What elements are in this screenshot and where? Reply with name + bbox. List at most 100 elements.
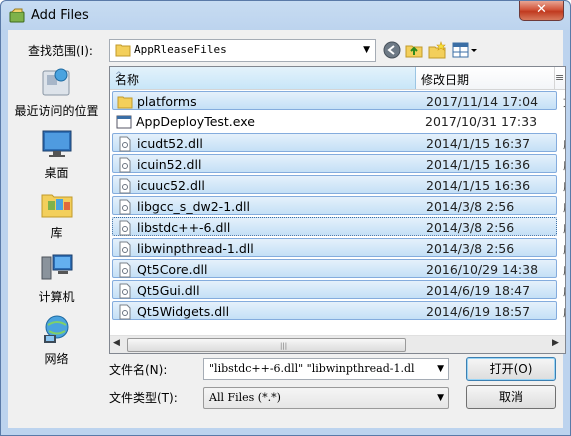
look-in-combo[interactable]: AppRleaseFiles ▼ <box>109 39 376 62</box>
list-item[interactable]: icuin52.dll 2014/1/15 16:36 应 <box>112 154 565 173</box>
list-header: ^ 名称 修改日期 ≡ <box>110 67 565 90</box>
file-modified: 2017/10/31 17:33 <box>425 114 538 129</box>
computer-icon <box>41 254 72 280</box>
look-in-label: 查找范围(I): <box>28 44 93 58</box>
grip-icon: ||| <box>280 342 288 350</box>
file-modified: 2017/11/14 17:04 <box>426 94 539 109</box>
filename-label: 文件名(N): <box>109 363 168 377</box>
file-type-truncated: 应 <box>563 241 565 257</box>
file-modified: 2014/3/8 2:56 <box>426 199 515 214</box>
close-button[interactable]: ✕ <box>519 1 564 21</box>
folder-icon <box>117 96 133 109</box>
column-header-modified[interactable]: 修改日期 <box>416 67 555 89</box>
place-label: 网络 <box>44 352 69 366</box>
list-item[interactable]: libgcc_s_dw2-1.dll 2014/3/8 2:56 应 <box>112 196 565 215</box>
list-item[interactable]: AppDeployTest.exe 2017/10/31 17:33 <box>112 112 557 131</box>
file-type-truncated: 应 <box>563 262 565 278</box>
filename-input[interactable]: "libstdc++-6.dll" "libwinpthread-1.dl ▼ <box>203 358 449 380</box>
libraries-icon <box>41 194 72 218</box>
place-libraries[interactable]: 库 <box>8 187 105 241</box>
dialog-client: 查找范围(I): AppRleaseFiles ▼ 最近访问的位置 桌面 库 计… <box>8 30 566 428</box>
filename-value: "libstdc++-6.dll" "libwinpthread-1.dl <box>209 362 415 375</box>
filetype-value: All Files (*.*) <box>209 391 281 404</box>
file-type-truncated: 应 <box>563 220 565 236</box>
scrollbar-thumb[interactable]: ||| <box>127 338 406 352</box>
place-label: 最近访问的位置 <box>14 104 99 118</box>
list-item[interactable]: platforms 2017/11/14 17:04 文 <box>112 91 565 110</box>
place-label: 库 <box>50 226 63 240</box>
file-modified: 2014/6/19 18:57 <box>426 304 531 319</box>
file-type-truncated: 应 <box>563 136 565 152</box>
file-modified: 2014/3/8 2:56 <box>426 241 515 256</box>
filetype-combo[interactable]: All Files (*.*) ▼ <box>203 387 449 409</box>
list-item[interactable]: icuuc52.dll 2014/1/15 16:36 应 <box>112 175 565 194</box>
place-label: 计算机 <box>38 290 75 304</box>
places-bar: 最近访问的位置 桌面 库 计算机 网络 <box>8 65 105 366</box>
file-name: icuuc52.dll <box>137 178 205 193</box>
file-type-truncated: 应 <box>563 178 565 194</box>
place-desktop[interactable]: 桌面 <box>8 127 105 181</box>
place-computer[interactable]: 计算机 <box>8 251 105 305</box>
file-type-truncated: 应 <box>563 199 565 215</box>
file-type-truncated: 应 <box>563 304 565 320</box>
list-item[interactable]: libwinpthread-1.dll 2014/3/8 2:56 应 <box>112 238 565 257</box>
file-name: icudt52.dll <box>137 136 203 151</box>
desktop-icon <box>42 130 71 157</box>
dll-file-icon <box>119 157 131 173</box>
file-modified: 2016/10/29 14:38 <box>426 262 539 277</box>
file-name: Qt5Gui.dll <box>137 283 200 298</box>
dll-file-icon <box>119 199 131 215</box>
place-network[interactable]: 网络 <box>8 313 105 367</box>
file-type-truncated: 应 <box>563 283 565 299</box>
back-icon[interactable] <box>383 41 401 59</box>
window-title: Add Files <box>31 8 89 23</box>
file-name: libgcc_s_dw2-1.dll <box>137 199 251 214</box>
column-header-more[interactable]: ≡ <box>555 71 564 84</box>
look-in-value: AppRleaseFiles <box>134 43 227 56</box>
dll-file-icon <box>119 262 131 278</box>
title-bar: Add Files ✕ <box>1 1 570 31</box>
up-folder-icon[interactable] <box>405 41 423 59</box>
folder-icon <box>115 44 131 57</box>
list-item[interactable]: Qt5Widgets.dll 2014/6/19 18:57 应 <box>112 301 565 320</box>
list-item[interactable]: Qt5Gui.dll 2014/6/19 18:47 应 <box>112 280 565 299</box>
file-name: Qt5Widgets.dll <box>137 304 230 319</box>
column-header-name[interactable]: ^ 名称 <box>110 67 416 89</box>
filetype-label: 文件类型(T): <box>109 391 178 405</box>
recent-places-icon <box>42 68 69 96</box>
file-modified: 2014/6/19 18:47 <box>426 283 531 298</box>
file-name: libwinpthread-1.dll <box>137 241 254 256</box>
cancel-button[interactable]: 取消 <box>466 385 556 409</box>
new-folder-icon[interactable] <box>428 41 446 59</box>
app-icon <box>9 8 25 23</box>
chevron-down-icon[interactable]: ▼ <box>437 364 444 374</box>
file-list[interactable]: ^ 名称 修改日期 ≡ platforms 2017/11/14 17:04 文 Ap… <box>109 66 566 354</box>
scroll-left-icon[interactable]: ◀ <box>113 338 120 348</box>
dll-file-icon <box>119 283 131 299</box>
add-files-dialog: Add Files ✕ 查找范围(I): AppRleaseFiles ▼ 最近… <box>0 0 571 436</box>
exe-file-icon <box>116 115 132 129</box>
dll-file-icon <box>119 241 131 257</box>
dll-file-icon <box>119 178 131 194</box>
dll-file-icon <box>119 136 131 152</box>
chevron-down-icon: ▼ <box>437 393 444 403</box>
file-modified: 2014/1/15 16:37 <box>426 136 531 151</box>
scroll-right-icon[interactable]: ▶ <box>552 338 559 348</box>
file-name: Qt5Core.dll <box>137 262 208 277</box>
list-item[interactable]: icudt52.dll 2014/1/15 16:37 应 <box>112 133 565 152</box>
file-type-truncated: 应 <box>563 157 565 173</box>
file-name: icuin52.dll <box>137 157 202 172</box>
file-modified: 2014/1/15 16:36 <box>426 157 531 172</box>
file-name: libstdc++-6.dll <box>137 220 231 235</box>
open-button[interactable]: 打开(O) <box>466 357 556 381</box>
chevron-down-icon: ▼ <box>363 45 370 55</box>
list-item[interactable]: Qt5Core.dll 2016/10/29 14:38 应 <box>112 259 565 278</box>
list-item[interactable]: libstdc++-6.dll 2014/3/8 2:56 应 <box>112 217 565 236</box>
view-menu-icon[interactable] <box>452 41 480 59</box>
file-modified: 2014/1/15 16:36 <box>426 178 531 193</box>
horizontal-scrollbar[interactable]: ◀ ||| ▶ <box>110 335 565 353</box>
dll-file-icon <box>119 220 131 236</box>
dll-file-icon <box>119 304 131 320</box>
place-label: 桌面 <box>44 166 69 180</box>
place-recent[interactable]: 最近访问的位置 <box>8 65 105 119</box>
